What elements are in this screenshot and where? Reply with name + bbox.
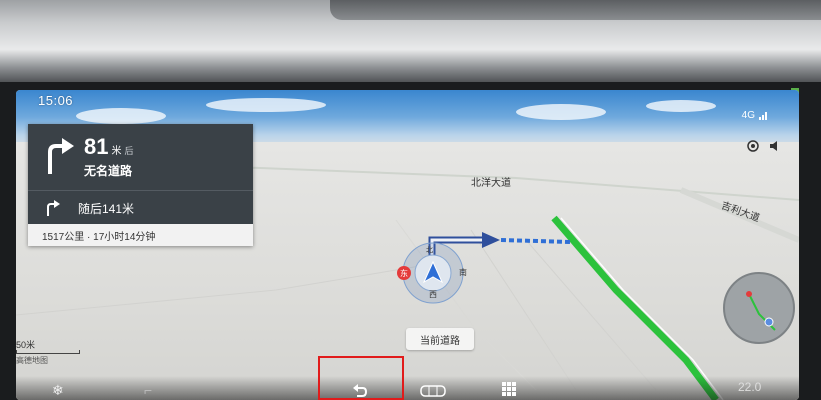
dashboard-slot (330, 0, 821, 20)
distance-after: 后 (124, 146, 134, 156)
network-label: 4G (741, 110, 755, 121)
fan-icon[interactable]: ❄ (52, 382, 64, 399)
compass-north-label: 北 (426, 247, 433, 254)
route-green-segment (551, 215, 719, 400)
current-road-label: 当前道路 (406, 328, 474, 350)
status-indicators: 4G (742, 110, 769, 121)
navigation-screen: 北 南 西 东 15:06 4G 81 米 后 无名道路 随后141米 1517… (16, 90, 799, 400)
following-maneuver: 随后141米 (28, 190, 253, 225)
following-maneuver-text: 随后141米 (78, 201, 135, 216)
signal-bars-icon (759, 112, 767, 120)
mute-circle-icon[interactable] (747, 140, 759, 152)
distance-value: 81 (84, 134, 109, 159)
current-maneuver: 81 米 后 无名道路 (28, 124, 253, 190)
volume-icon[interactable] (769, 140, 781, 152)
turn-right-arrow-icon (48, 138, 74, 174)
apps-grid-icon[interactable] (502, 382, 516, 396)
road-label-beiyang: 北洋大道 (471, 178, 511, 189)
compass-south-label: 南 (459, 268, 467, 277)
seat-icon[interactable]: ⌐ (144, 382, 152, 398)
turn-right-small-icon (47, 200, 60, 216)
temperature-readout: 22.0 (738, 380, 762, 394)
map-scale-bar (16, 350, 80, 354)
bottom-control-bar (16, 376, 799, 400)
compass-east-label: 东 (400, 268, 408, 278)
turn-guidance-card[interactable]: 81 米 后 无名道路 随后141米 1517公里 · 17小时14分钟 (28, 124, 253, 246)
overview-minimap[interactable] (723, 272, 795, 344)
grid-icon[interactable] (420, 384, 446, 398)
distance-unit: 米 (111, 146, 122, 157)
next-road-name: 无名道路 (84, 164, 133, 178)
clock: 15:06 (38, 93, 74, 108)
distance-row: 81 米 后 (84, 134, 134, 160)
trip-summary: 1517公里 · 17小时14分钟 (28, 224, 253, 246)
route-blue-dashed (500, 238, 572, 244)
compass-east-badge: 东 (397, 266, 411, 280)
highlight-annotation-box (318, 356, 404, 400)
map-provider-label: 高德地图 (16, 356, 48, 365)
compass-west-label: 西 (429, 290, 437, 299)
side-controls (747, 140, 781, 152)
minimap-route (746, 291, 776, 331)
